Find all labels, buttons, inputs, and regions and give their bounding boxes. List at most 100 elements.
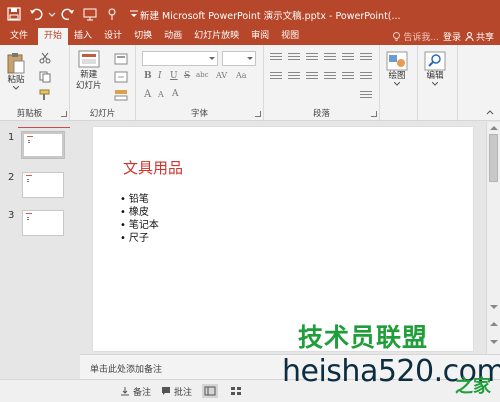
tab-insert[interactable]: 插入	[68, 28, 98, 45]
clear-format-button[interactable]: A	[172, 89, 179, 99]
section-icon[interactable]	[114, 89, 128, 101]
undo-button[interactable]	[26, 4, 46, 24]
drawing-label: 绘图	[388, 71, 406, 81]
paragraph-launcher[interactable]	[371, 111, 377, 117]
copy-icon[interactable]	[38, 71, 52, 83]
repeat-button[interactable]	[58, 4, 78, 24]
insertion-marker	[18, 127, 70, 128]
font-size-combo[interactable]	[222, 51, 256, 66]
next-slide-icon[interactable]	[490, 340, 498, 344]
ribbon-tabs: 文件 开始 插入 设计 切换 动画 幻灯片放映 审阅 视图 告诉我... 登录 …	[0, 28, 500, 45]
thumbnail-preview	[22, 172, 64, 198]
share-button[interactable]: 共享	[465, 30, 494, 43]
group-paragraph: 段落	[264, 45, 380, 121]
tab-file[interactable]: 文件	[0, 28, 38, 45]
layout-icon[interactable]	[114, 53, 128, 65]
numbering-icon[interactable]	[288, 53, 300, 63]
scrollbar-thumb[interactable]	[489, 134, 498, 182]
bullet-item: 笔记本	[120, 219, 159, 232]
repeat-icon	[61, 8, 74, 21]
touch-icon	[108, 8, 116, 20]
slide-title[interactable]: 文具用品	[123, 157, 183, 178]
search-icon	[424, 51, 446, 71]
shadow-button[interactable]: abc	[196, 71, 209, 79]
editing-button[interactable]: 编辑	[424, 51, 446, 86]
undo-dropdown-button[interactable]	[48, 4, 56, 24]
strikethrough-button[interactable]: S	[184, 71, 190, 81]
login-link[interactable]: 登录	[443, 30, 461, 43]
justify-icon[interactable]	[324, 72, 336, 82]
lightbulb-icon	[393, 32, 401, 41]
italic-button[interactable]: I	[158, 71, 162, 81]
tell-me-box[interactable]: 告诉我...	[392, 30, 439, 43]
scroll-up-icon[interactable]	[490, 126, 498, 130]
vertical-scrollbar[interactable]	[486, 122, 500, 354]
slide-sorter-button[interactable]	[228, 384, 244, 398]
font-launcher[interactable]	[255, 111, 261, 117]
format-painter-icon[interactable]	[38, 89, 52, 101]
grow-font-button[interactable]: A	[144, 89, 151, 100]
chevron-down-icon	[432, 82, 438, 86]
slide-thumbnail[interactable]: 1	[8, 132, 64, 158]
slideshow-icon	[83, 8, 97, 21]
align-center-icon[interactable]	[288, 72, 300, 82]
tab-right-area: 告诉我... 登录 共享	[392, 28, 500, 45]
tab-design[interactable]: 设计	[98, 28, 128, 45]
text-direction-icon[interactable]	[342, 72, 354, 82]
shapes-icon	[386, 51, 408, 71]
comments-button[interactable]: 批注	[161, 385, 192, 398]
slide-thumbnail[interactable]: 3	[8, 210, 64, 236]
clipboard-launcher[interactable]	[61, 111, 67, 117]
cut-icon[interactable]	[38, 52, 52, 64]
title-bar: 新建 Microsoft PowerPoint 演示文稿.pptx - Powe…	[0, 0, 500, 28]
customize-icon	[130, 10, 138, 17]
increase-indent-icon[interactable]	[324, 53, 336, 63]
decrease-indent-icon[interactable]	[306, 53, 318, 63]
group-font: B I U S abc AV Aa A A A 字体	[136, 45, 264, 121]
tell-me-text: 告诉我...	[403, 33, 439, 43]
slide-number: 2	[8, 172, 15, 183]
font-name-combo[interactable]	[142, 51, 218, 66]
paste-button[interactable]: 粘贴	[6, 51, 26, 90]
columns-icon[interactable]	[360, 53, 372, 63]
tab-slideshow[interactable]: 幻灯片放映	[188, 28, 245, 45]
change-case-button[interactable]: Aa	[236, 71, 247, 80]
slide-thumbnail[interactable]: 2	[8, 172, 64, 198]
align-right-icon[interactable]	[306, 72, 318, 82]
bold-button[interactable]: B	[144, 71, 152, 81]
reset-icon[interactable]	[114, 71, 128, 83]
touch-mode-button[interactable]	[102, 4, 122, 24]
chevron-down-icon	[394, 82, 400, 86]
group-drawing: 绘图	[380, 45, 418, 121]
align-left-icon[interactable]	[270, 72, 282, 82]
normal-view-button[interactable]	[202, 384, 219, 398]
tab-review[interactable]: 审阅	[245, 28, 275, 45]
slide-body[interactable]: 铅笔 橡皮 笔记本 尺子	[120, 193, 159, 245]
tab-home[interactable]: 开始	[38, 28, 69, 45]
tab-animations[interactable]: 动画	[158, 28, 188, 45]
drawing-button[interactable]: 绘图	[386, 51, 408, 86]
previous-slide-icon[interactable]	[490, 322, 498, 326]
new-slide-button[interactable]: 新建 幻灯片	[76, 50, 102, 92]
group-clipboard: 粘贴 剪贴板	[0, 45, 70, 121]
save-icon	[7, 7, 21, 21]
align-text-icon[interactable]	[360, 72, 372, 82]
tab-view[interactable]: 视图	[275, 28, 305, 45]
bullets-icon[interactable]	[270, 53, 282, 63]
chevron-down-icon	[13, 86, 19, 90]
smartart-icon[interactable]	[360, 91, 372, 101]
from-beginning-button[interactable]	[80, 4, 100, 24]
char-spacing-button[interactable]: AV	[216, 71, 227, 80]
bullet-item: 橡皮	[120, 206, 159, 219]
notes-label: 备注	[133, 387, 152, 398]
paste-label: 粘贴	[7, 75, 25, 85]
save-button[interactable]	[4, 4, 24, 24]
collapse-ribbon-icon[interactable]	[486, 109, 494, 115]
scroll-down-icon[interactable]	[490, 305, 498, 309]
underline-button[interactable]: U	[170, 71, 178, 81]
notes-toggle-button[interactable]: 备注	[120, 385, 151, 398]
tab-transitions[interactable]: 切换	[128, 28, 158, 45]
shrink-font-button[interactable]: A	[158, 90, 164, 99]
chevron-down-icon	[48, 12, 56, 17]
line-spacing-icon[interactable]	[342, 53, 354, 63]
